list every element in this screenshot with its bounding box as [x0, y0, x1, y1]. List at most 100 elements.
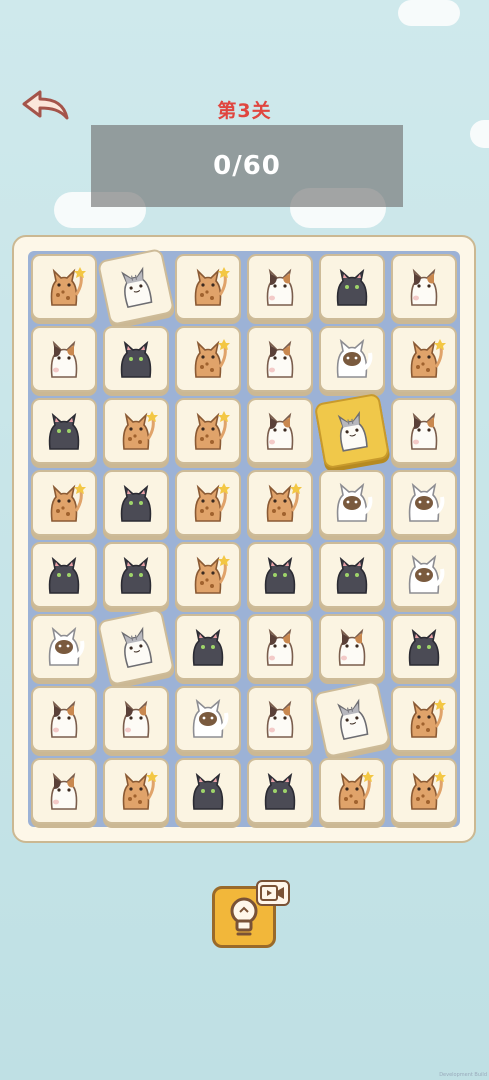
gray-tabby-cat-icon [337, 410, 368, 452]
tile-black[interactable] [247, 542, 313, 608]
tile-black[interactable] [319, 254, 385, 320]
black-cat-icon [48, 556, 80, 594]
calico-cat-icon [266, 268, 294, 306]
tile-calico[interactable] [103, 686, 169, 752]
tile-bengal[interactable] [175, 254, 241, 320]
tile-calico[interactable] [247, 254, 313, 320]
tile-black[interactable] [103, 326, 169, 392]
white-hood-cat-icon [336, 482, 373, 522]
tile-calico[interactable] [31, 326, 97, 392]
black-cat-icon [336, 556, 368, 594]
calico-cat-icon [266, 628, 294, 666]
tile-bengal[interactable] [391, 326, 457, 392]
tile-calico[interactable] [31, 758, 97, 824]
tile-gray-tabby[interactable] [313, 392, 391, 470]
tile-black[interactable] [31, 398, 97, 464]
black-cat-icon [336, 268, 368, 306]
tile-black[interactable] [175, 614, 241, 680]
black-cat-icon [120, 556, 152, 594]
tile-bengal[interactable] [103, 758, 169, 824]
calico-cat-icon [50, 700, 78, 738]
tile-white-hood[interactable] [319, 470, 385, 536]
level-title: 第3关 [217, 100, 272, 122]
bengal-cat-icon [50, 483, 86, 522]
tile-bengal[interactable] [31, 254, 97, 320]
black-cat-icon [264, 772, 296, 810]
tile-black[interactable] [103, 542, 169, 608]
tile-bengal[interactable] [175, 398, 241, 464]
tile-bengal[interactable] [175, 326, 241, 392]
bengal-cat-icon [50, 267, 86, 306]
tile-white-hood[interactable] [31, 614, 97, 680]
white-hood-cat-icon [408, 554, 445, 594]
tile-bengal[interactable] [391, 758, 457, 824]
tile-black[interactable] [31, 542, 97, 608]
tile-calico[interactable] [247, 398, 313, 464]
calico-cat-icon [266, 340, 294, 378]
bengal-cat-icon [122, 771, 158, 810]
tile-gray-tabby[interactable] [312, 679, 392, 759]
tile-black[interactable] [319, 542, 385, 608]
tile-bengal[interactable] [175, 470, 241, 536]
tile-grid [28, 247, 460, 827]
black-cat-icon [120, 484, 152, 522]
gray-tabby-cat-icon [337, 698, 369, 741]
bengal-cat-icon [194, 339, 230, 378]
tile-bengal[interactable] [103, 398, 169, 464]
video-play-icon [260, 885, 284, 901]
cloud-decoration [398, 0, 460, 26]
calico-cat-icon [338, 628, 366, 666]
tile-white-hood[interactable] [391, 470, 457, 536]
video-ad-badge[interactable] [256, 880, 290, 906]
bengal-cat-icon [410, 699, 446, 738]
black-cat-icon [48, 412, 80, 450]
tile-calico[interactable] [31, 686, 97, 752]
calico-cat-icon [50, 772, 78, 810]
tile-black[interactable] [175, 758, 241, 824]
black-cat-icon [120, 340, 152, 378]
tile-bengal[interactable] [247, 470, 313, 536]
cloud-decoration [470, 120, 489, 148]
tile-calico[interactable] [247, 614, 313, 680]
tile-white-hood[interactable] [175, 686, 241, 752]
bengal-cat-icon [194, 411, 230, 450]
tile-bengal[interactable] [391, 686, 457, 752]
tile-calico[interactable] [247, 326, 313, 392]
calico-cat-icon [50, 340, 78, 378]
gray-tabby-cat-icon [121, 266, 153, 309]
tile-black[interactable] [247, 758, 313, 824]
tile-white-hood[interactable] [319, 326, 385, 392]
game-board [12, 235, 476, 843]
tile-bengal[interactable] [175, 542, 241, 608]
progress-box: 0/60 [91, 125, 403, 207]
tile-calico[interactable] [319, 614, 385, 680]
tile-black[interactable] [103, 470, 169, 536]
tile-black[interactable] [391, 614, 457, 680]
tile-gray-tabby[interactable] [96, 607, 176, 687]
white-hood-cat-icon [192, 698, 229, 738]
black-cat-icon [192, 772, 224, 810]
black-cat-icon [408, 628, 440, 666]
bengal-cat-icon [338, 771, 374, 810]
calico-cat-icon [266, 700, 294, 738]
white-hood-cat-icon [408, 482, 445, 522]
tile-bengal[interactable] [319, 758, 385, 824]
bengal-cat-icon [410, 771, 446, 810]
black-cat-icon [192, 628, 224, 666]
tile-calico[interactable] [391, 398, 457, 464]
tile-white-hood[interactable] [391, 542, 457, 608]
tile-bengal[interactable] [31, 470, 97, 536]
calico-cat-icon [122, 700, 150, 738]
bengal-cat-icon [122, 411, 158, 450]
calico-cat-icon [410, 268, 438, 306]
calico-cat-icon [266, 412, 294, 450]
bengal-cat-icon [194, 555, 230, 594]
progress-counter: 0/60 [213, 151, 281, 181]
tile-calico[interactable] [391, 254, 457, 320]
bengal-cat-icon [194, 267, 230, 306]
white-hood-cat-icon [48, 626, 85, 666]
gray-tabby-cat-icon [121, 626, 153, 669]
tile-calico[interactable] [247, 686, 313, 752]
tile-gray-tabby[interactable] [96, 247, 176, 327]
bengal-cat-icon [194, 483, 230, 522]
